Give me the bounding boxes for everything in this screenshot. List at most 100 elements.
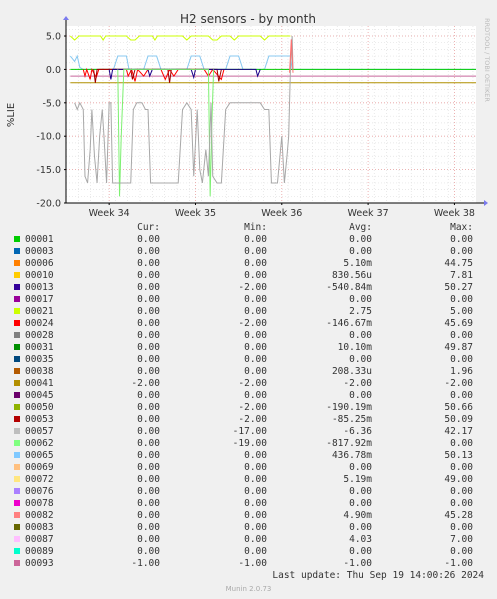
legend-value-avg: -2.00: [343, 378, 372, 389]
legend-row: 00017 0.00 0.00 0.00 0.00: [0, 294, 497, 306]
legend-value-min: 0.00: [244, 366, 267, 377]
legend-value-cur: 0.00: [137, 534, 160, 545]
legend-swatch: [14, 248, 20, 254]
legend-value-max: 0.00: [450, 354, 473, 365]
legend-swatch: [14, 332, 20, 338]
y-tick-label: -20.0: [36, 199, 61, 210]
legend-series-name: 00045: [25, 390, 54, 401]
legend-swatch: [14, 284, 20, 290]
legend-value-min: 0.00: [244, 294, 267, 305]
legend-row: 00024 0.00 -2.00 -146.67m 45.69: [0, 318, 497, 330]
legend-swatch: [14, 560, 20, 566]
legend-swatch: [14, 272, 20, 278]
legend-swatch: [14, 512, 20, 518]
legend-value-max: 0.00: [450, 294, 473, 305]
legend-swatch: [14, 452, 20, 458]
legend-series-name: 00089: [25, 546, 54, 557]
legend-value-cur: 0.00: [137, 318, 160, 329]
legend-swatch: [14, 524, 20, 530]
legend-value-max: 0.00: [450, 390, 473, 401]
legend-value-avg: -6.36: [343, 426, 372, 437]
legend-value-max: 0.00: [450, 522, 473, 533]
legend-value-min: 0.00: [244, 474, 267, 485]
x-tick-label: Week 36: [261, 208, 302, 219]
legend-value-cur: 0.00: [137, 294, 160, 305]
legend-value-cur: 0.00: [137, 246, 160, 257]
legend-value-min: -2.00: [238, 414, 267, 425]
legend-value-max: 45.69: [444, 318, 473, 329]
legend-swatch: [14, 464, 20, 470]
legend-series-name: 00010: [25, 270, 54, 281]
legend-value-max: 7.81: [450, 270, 473, 281]
chart: 5.0 0.0 -5.0 -10.0 -15.0 -20.0 Week 34 Week 35 W…: [0, 0, 497, 222]
legend-row: 00041 -2.00 -2.00 -2.00 -2.00: [0, 378, 497, 390]
x-tick-label: Week 34: [89, 208, 130, 219]
legend-value-max: 7.00: [450, 534, 473, 545]
legend-value-avg: 0.00: [349, 390, 372, 401]
legend-swatch: [14, 428, 20, 434]
legend-value-max: 50.27: [444, 282, 473, 293]
legend-series-name: 00021: [25, 306, 54, 317]
legend-value-min: 0.00: [244, 522, 267, 533]
legend-row: 00038 0.00 0.00 208.33u 1.96: [0, 366, 497, 378]
legend-value-max: 45.28: [444, 510, 473, 521]
legend-value-min: 0.00: [244, 462, 267, 473]
legend-value-cur: 0.00: [137, 342, 160, 353]
legend-row: 00087 0.00 0.00 4.03 7.00: [0, 534, 497, 546]
legend-row: 00001 0.00 0.00 0.00 0.00: [0, 234, 497, 246]
legend-value-avg: 4.03: [349, 534, 372, 545]
legend-value-avg: -1.00: [343, 558, 372, 569]
header-min: Min:: [244, 222, 267, 233]
legend-series-name: 00013: [25, 282, 54, 293]
legend-value-min: 0.00: [244, 534, 267, 545]
legend-row: 00093 -1.00 -1.00 -1.00 -1.00: [0, 558, 497, 570]
legend-swatch: [14, 236, 20, 242]
x-tick-label: Week 38: [434, 208, 475, 219]
legend-value-min: 0.00: [244, 510, 267, 521]
legend-series-name: 00003: [25, 246, 54, 257]
legend-row: 00013 0.00 -2.00 -540.84m 50.27: [0, 282, 497, 294]
legend-row: 00089 0.00 0.00 0.00 0.00: [0, 546, 497, 558]
legend-value-max: 0.00: [450, 498, 473, 509]
legend-value-min: 0.00: [244, 546, 267, 557]
legend-value-min: 0.00: [244, 330, 267, 341]
legend-value-cur: 0.00: [137, 234, 160, 245]
legend-row: 00083 0.00 0.00 0.00 0.00: [0, 522, 497, 534]
legend-value-cur: 0.00: [137, 270, 160, 281]
legend-value-min: 0.00: [244, 270, 267, 281]
header-avg: Avg:: [349, 222, 372, 233]
legend-value-cur: 0.00: [137, 462, 160, 473]
legend-value-max: 49.00: [444, 474, 473, 485]
legend-swatch: [14, 344, 20, 350]
legend-swatch: [14, 548, 20, 554]
legend-series-name: 00041: [25, 378, 54, 389]
legend-swatch: [14, 380, 20, 386]
legend-value-cur: -1.00: [131, 558, 160, 569]
y-tick-label: -15.0: [36, 165, 61, 176]
legend-value-min: -2.00: [238, 378, 267, 389]
legend-value-max: 5.00: [450, 306, 473, 317]
legend-value-avg: 0.00: [349, 234, 372, 245]
legend-value-max: 1.96: [450, 366, 473, 377]
legend-value-max: 49.87: [444, 342, 473, 353]
legend-row: 00082 0.00 0.00 4.90m 45.28: [0, 510, 497, 522]
legend-value-avg: 5.19m: [343, 474, 372, 485]
legend-value-cur: 0.00: [137, 546, 160, 557]
legend-value-max: 50.09: [444, 414, 473, 425]
legend-value-avg: 830.56u: [331, 270, 372, 281]
legend-value-avg: 208.33u: [331, 366, 372, 377]
legend-series-name: 00035: [25, 354, 54, 365]
y-tick-label: -5.0: [42, 98, 61, 109]
legend-swatch: [14, 368, 20, 374]
legend-row: 00065 0.00 0.00 436.78m 50.13: [0, 450, 497, 462]
legend-value-cur: 0.00: [137, 414, 160, 425]
legend-swatch: [14, 296, 20, 302]
legend-series-name: 00083: [25, 522, 54, 533]
legend-value-min: 0.00: [244, 390, 267, 401]
legend-value-max: 0.00: [450, 462, 473, 473]
legend-value-avg: 0.00: [349, 330, 372, 341]
legend-swatch: [14, 476, 20, 482]
legend-value-avg: -146.67m: [326, 318, 372, 329]
legend-series-name: 00031: [25, 342, 54, 353]
legend-value-avg: -540.84m: [326, 282, 372, 293]
